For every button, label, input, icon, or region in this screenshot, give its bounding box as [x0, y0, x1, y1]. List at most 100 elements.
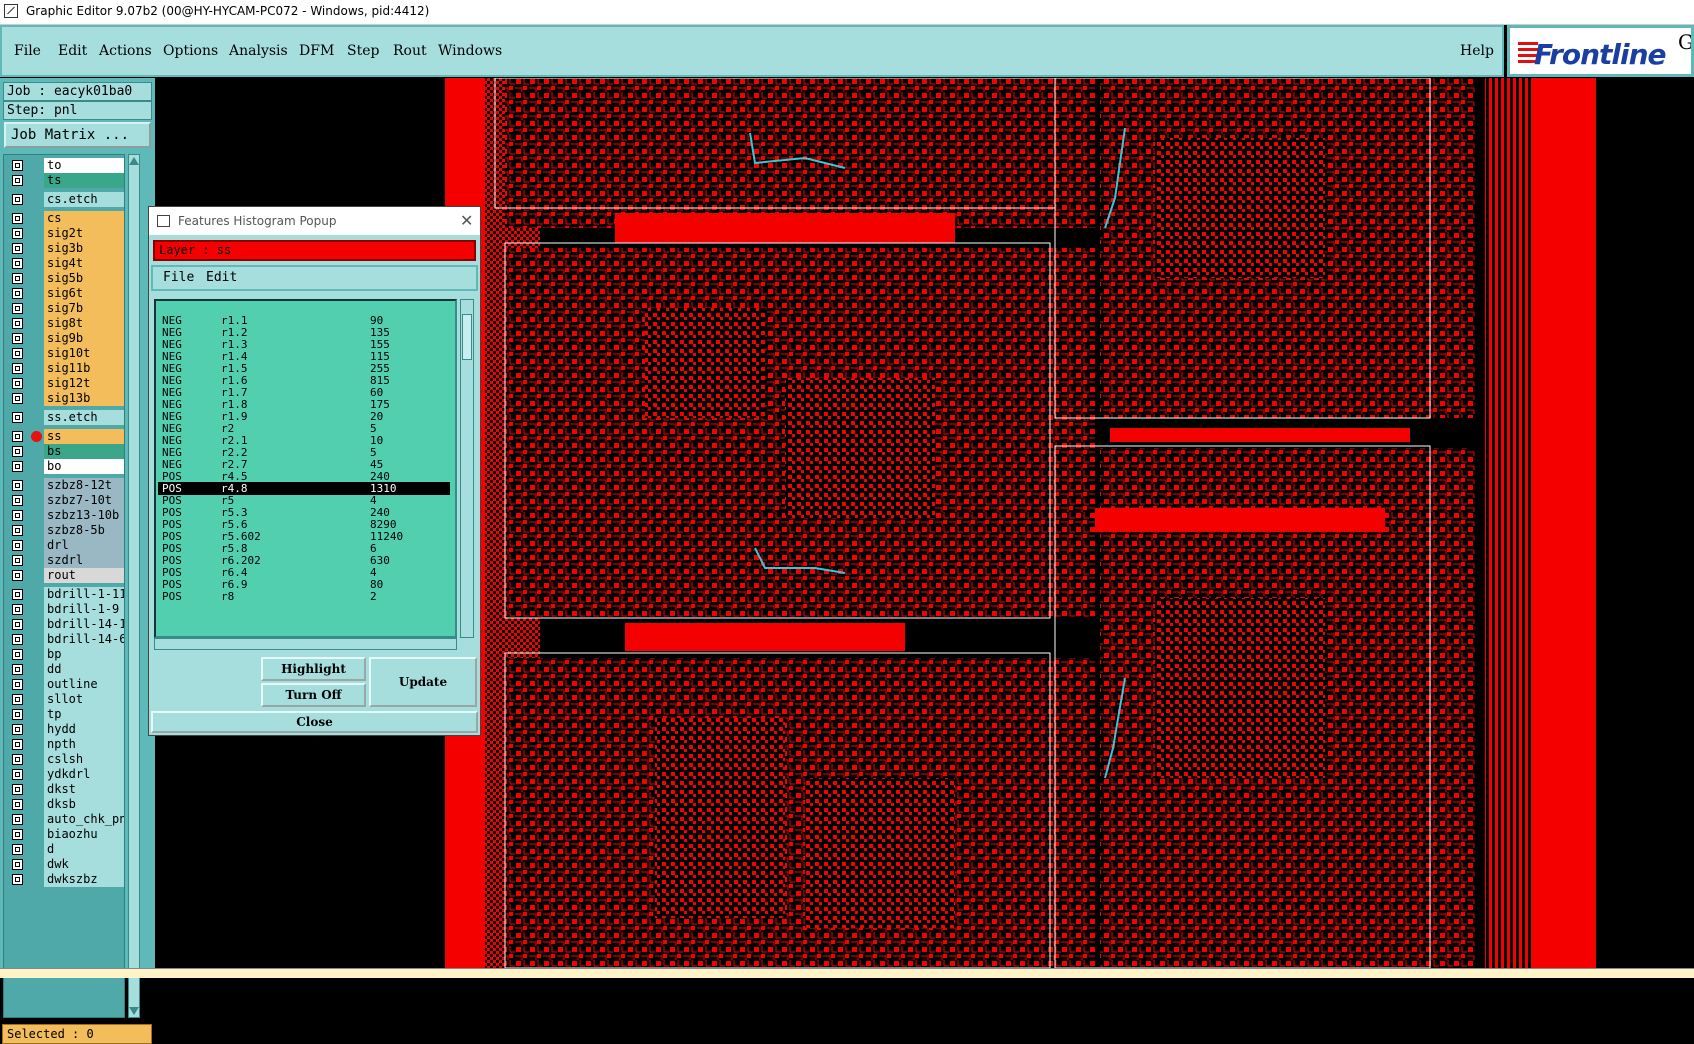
layer-checkbox[interactable]	[12, 480, 23, 491]
layer-row[interactable]: tp	[6, 707, 124, 722]
menu-actions[interactable]: Actions	[99, 43, 152, 59]
menu-file[interactable]: File	[14, 43, 41, 59]
layer-name[interactable]: d	[44, 842, 124, 857]
layer-checkbox[interactable]	[12, 829, 23, 840]
layer-row[interactable]: dwk	[6, 857, 124, 872]
histogram-row[interactable]: POS r8 2	[158, 590, 450, 603]
layer-name[interactable]: szdrl	[44, 553, 124, 568]
layer-name[interactable]: outline	[44, 677, 124, 692]
layer-checkbox[interactable]	[12, 799, 23, 810]
layer-checkbox[interactable]	[12, 784, 23, 795]
layer-checkbox[interactable]	[12, 160, 23, 171]
layer-row[interactable]: sig12t	[6, 376, 124, 391]
layer-checkbox[interactable]	[12, 814, 23, 825]
layer-name[interactable]: bdrill-14-6	[44, 632, 124, 647]
layer-list[interactable]: to ts cs.etch cs sig2t sig3b sig4t sig5b sig6t si…	[3, 154, 125, 1018]
menu-edit[interactable]: Edit	[58, 43, 87, 59]
layer-checkbox[interactable]	[12, 288, 23, 299]
menu-step[interactable]: Step	[347, 43, 379, 59]
layer-row[interactable]: ss.etch	[6, 410, 124, 425]
layer-checkbox[interactable]	[12, 333, 23, 344]
layer-name[interactable]: rout	[44, 568, 124, 583]
close-button[interactable]: Close	[151, 711, 478, 733]
layer-row[interactable]: hydd	[6, 722, 124, 737]
layer-name[interactable]: bs	[44, 444, 124, 459]
popup-menu-file[interactable]: File	[163, 267, 194, 289]
layer-checkbox[interactable]	[12, 393, 23, 404]
layer-row[interactable]: npth	[6, 737, 124, 752]
layer-checkbox[interactable]	[12, 446, 23, 457]
layer-row[interactable]: szbz8-12t	[6, 478, 124, 493]
layer-checkbox[interactable]	[12, 175, 23, 186]
histogram-scrollbar[interactable]	[460, 299, 474, 638]
layer-row[interactable]: dd	[6, 662, 124, 677]
layer-checkbox[interactable]	[12, 604, 23, 615]
layer-row[interactable]: sig8t	[6, 316, 124, 331]
layer-checkbox[interactable]	[12, 874, 23, 885]
layer-row[interactable]: biaozhu	[6, 827, 124, 842]
layer-name[interactable]: sllot	[44, 692, 124, 707]
layer-name[interactable]: szbz7-10t	[44, 493, 124, 508]
layer-name[interactable]: dkst	[44, 782, 124, 797]
layer-row[interactable]: rout	[6, 568, 124, 583]
menu-dfm[interactable]: DFM	[299, 43, 334, 59]
layer-row[interactable]: szdrl	[6, 553, 124, 568]
layer-name[interactable]: sig11b	[44, 361, 124, 376]
layer-name[interactable]: dwk	[44, 857, 124, 872]
popup-menu-edit[interactable]: Edit	[206, 267, 237, 289]
layer-name[interactable]: hydd	[44, 722, 124, 737]
layer-row[interactable]: sig5b	[6, 271, 124, 286]
layer-row[interactable]: outline	[6, 677, 124, 692]
pcb-graphic-canvas[interactable]	[445, 78, 1694, 968]
layer-checkbox[interactable]	[12, 555, 23, 566]
layer-checkbox[interactable]	[12, 412, 23, 423]
menu-help[interactable]: Help	[1460, 43, 1494, 59]
layer-row[interactable]: drl	[6, 538, 124, 553]
layer-checkbox[interactable]	[12, 589, 23, 600]
layer-name[interactable]: sig7b	[44, 301, 124, 316]
layer-row[interactable]: auto_chk_pnl	[6, 812, 124, 827]
popup-title-bar[interactable]: Features Histogram Popup ✕	[149, 207, 480, 235]
layer-checkbox[interactable]	[12, 303, 23, 314]
layer-name[interactable]: ss.etch	[44, 410, 124, 425]
layer-name[interactable]: ss	[44, 429, 124, 444]
layer-row[interactable]: bdrill-14-6	[6, 632, 124, 647]
layer-checkbox[interactable]	[12, 431, 23, 442]
layer-name[interactable]: dd	[44, 662, 124, 677]
layer-row[interactable]: sig3b	[6, 241, 124, 256]
layer-name[interactable]: bo	[44, 459, 124, 474]
layer-row[interactable]: sig9b	[6, 331, 124, 346]
layer-row[interactable]: ydkdrl	[6, 767, 124, 782]
layer-checkbox[interactable]	[12, 844, 23, 855]
layer-checkbox[interactable]	[12, 243, 23, 254]
layer-checkbox[interactable]	[12, 348, 23, 359]
layer-row[interactable]: sig4t	[6, 256, 124, 271]
layer-name[interactable]: to	[44, 158, 124, 173]
menu-options[interactable]: Options	[163, 43, 218, 59]
layer-checkbox[interactable]	[12, 228, 23, 239]
layer-row[interactable]: cs	[6, 211, 124, 226]
menu-windows[interactable]: Windows	[438, 43, 502, 59]
layer-row[interactable]: sig13b	[6, 391, 124, 406]
layer-checkbox[interactable]	[12, 634, 23, 645]
layer-checkbox[interactable]	[12, 754, 23, 765]
layer-checkbox[interactable]	[12, 273, 23, 284]
layer-row[interactable]: to	[6, 158, 124, 173]
close-icon[interactable]: ✕	[460, 211, 473, 230]
highlight-button[interactable]: Highlight	[261, 657, 366, 681]
layer-name[interactable]: bdrill-1-11	[44, 587, 124, 602]
layer-name[interactable]: sig5b	[44, 271, 124, 286]
layer-name[interactable]: tp	[44, 707, 124, 722]
layer-row[interactable]: ss	[6, 429, 124, 444]
layer-checkbox[interactable]	[12, 258, 23, 269]
layer-row[interactable]: sig6t	[6, 286, 124, 301]
layer-checkbox[interactable]	[12, 664, 23, 675]
layer-checkbox[interactable]	[12, 378, 23, 389]
layer-checkbox[interactable]	[12, 461, 23, 472]
layer-row[interactable]: sllot	[6, 692, 124, 707]
layer-name[interactable]: cs	[44, 211, 124, 226]
layer-name[interactable]: ydkdrl	[44, 767, 124, 782]
histogram-hscrollbar[interactable]	[154, 638, 457, 650]
layer-name[interactable]: ts	[44, 173, 124, 188]
layer-row[interactable]: cs.etch	[6, 192, 124, 207]
